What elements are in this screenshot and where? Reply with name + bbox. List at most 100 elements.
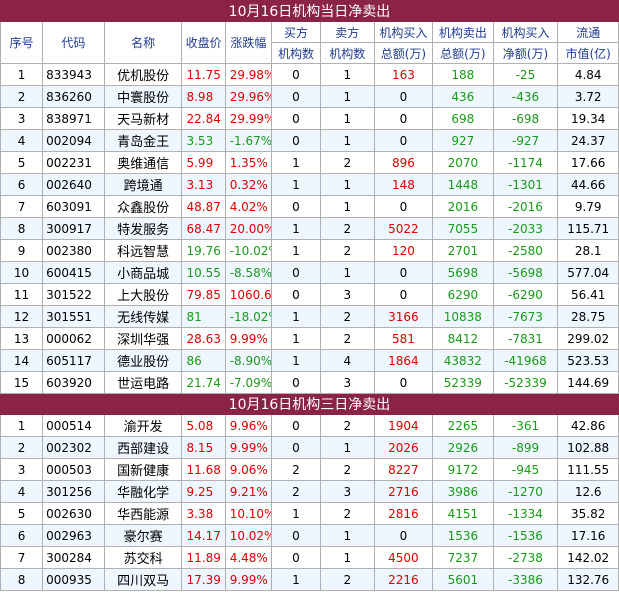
cell-inst-buy: 0 [373,85,434,108]
cell-inst-sell: 52339 [432,371,494,394]
cell-seq: 15 [0,371,44,394]
cell-sellers: 1 [319,524,375,547]
cell-price: 11.75 [181,63,226,86]
cell-sellers: 1 [319,195,375,218]
cell-name: 无线传媒 [103,305,183,328]
cell-price: 3.38 [181,502,226,525]
cell-net: -1536 [492,524,559,547]
cell-inst-sell: 2070 [432,151,494,174]
cell-inst-sell: 5698 [432,261,494,284]
cell-price: 48.87 [181,195,226,218]
cell-change: -8.58% [224,261,273,284]
section-title: 10月16日机构三日净卖出 [0,393,619,415]
cell-price: 17.39 [181,568,226,591]
cell-change: 0.32% [224,173,273,196]
cell-sellers: 2 [319,217,375,240]
cell-mcap: 142.02 [557,546,619,569]
cell-name: 苏交科 [103,546,183,569]
cell-change: -8.90% [224,349,273,372]
cell-sellers: 3 [319,371,375,394]
cell-mcap: 24.37 [557,129,619,152]
cell-sellers: 1 [319,546,375,569]
cell-mcap: 35.82 [557,502,619,525]
cell-sellers: 2 [319,327,375,350]
cell-name: 华西能源 [103,502,183,525]
cell-change: 9.21% [224,480,273,503]
cell-seq: 4 [0,129,44,152]
cell-mcap: 28.75 [557,305,619,328]
cell-change: 10.02% [224,524,273,547]
cell-change: -18.02% [224,305,273,328]
cell-inst-sell: 7055 [432,217,494,240]
cell-price: 8.15 [181,436,226,459]
cell-inst-sell: 927 [432,129,494,152]
cell-buyers: 2 [271,458,321,481]
cell-mcap: 132.76 [557,568,619,591]
cell-buyers: 1 [271,502,321,525]
cell-mcap: 19.34 [557,107,619,130]
table-row: 8 000935 四川双马 17.39 9.99% 1 2 2216 5601 -3386 132.… [0,568,619,591]
cell-sellers: 4 [319,349,375,372]
cell-inst-buy: 3166 [373,305,434,328]
header-inst-buy-top: 机构买入 [373,21,434,43]
cell-seq: 7 [0,195,44,218]
cell-inst-sell: 188 [432,63,494,86]
cell-buyers: 0 [271,414,321,437]
cell-mcap: 144.69 [557,371,619,394]
cell-inst-sell: 9172 [432,458,494,481]
cell-net: -5698 [492,261,559,284]
cell-price: 5.08 [181,414,226,437]
cell-mcap: 56.41 [557,283,619,306]
cell-change: 20.00% [224,217,273,240]
cell-mcap: 17.16 [557,524,619,547]
cell-seq: 8 [0,568,44,591]
cell-name: 上大股份 [103,283,183,306]
cell-seq: 6 [0,524,44,547]
cell-inst-buy: 581 [373,327,434,350]
cell-inst-sell: 1448 [432,173,494,196]
cell-mcap: 102.88 [557,436,619,459]
cell-price: 8.98 [181,85,226,108]
cell-seq: 2 [0,85,44,108]
cell-change: 1060.61% [224,283,273,306]
cell-inst-sell: 2926 [432,436,494,459]
cell-inst-sell: 698 [432,107,494,130]
cell-code: 002231 [42,151,105,174]
cell-inst-buy: 120 [373,239,434,262]
cell-change: 4.02% [224,195,273,218]
header-inst-sell-bottom: 总额(万) [432,42,494,64]
cell-mcap: 12.6 [557,480,619,503]
cell-code: 300917 [42,217,105,240]
cell-net: -3386 [492,568,559,591]
cell-seq: 6 [0,173,44,196]
cell-buyers: 0 [271,283,321,306]
cell-inst-sell: 5601 [432,568,494,591]
cell-code: 301522 [42,283,105,306]
cell-net: -899 [492,436,559,459]
cell-code: 002094 [42,129,105,152]
cell-inst-buy: 163 [373,63,434,86]
cell-name: 奥维通信 [103,151,183,174]
cell-buyers: 0 [271,195,321,218]
table-row: 12301551无线传媒81-18.02%12316610838-767328.… [0,305,619,328]
cell-inst-buy: 2026 [373,436,434,459]
header-sellers-bottom: 机构数 [319,42,375,64]
cell-code: 000503 [42,458,105,481]
cell-code: 000514 [42,414,105,437]
cell-net: -41968 [492,349,559,372]
cell-code: 836260 [42,85,105,108]
cell-buyers: 0 [271,546,321,569]
cell-buyers: 0 [271,261,321,284]
cell-buyers: 0 [271,129,321,152]
cell-seq: 3 [0,458,44,481]
cell-code: 002302 [42,436,105,459]
cell-mcap: 299.02 [557,327,619,350]
table-row: 11301522上大股份79.851060.61%0306290-629056.… [0,283,619,306]
cell-code: 002640 [42,173,105,196]
cell-seq: 5 [0,151,44,174]
cell-name: 跨境通 [103,173,183,196]
cell-price: 3.13 [181,173,226,196]
cell-net: -7831 [492,327,559,350]
cell-buyers: 2 [271,480,321,503]
cell-mcap: 4.84 [557,63,619,86]
